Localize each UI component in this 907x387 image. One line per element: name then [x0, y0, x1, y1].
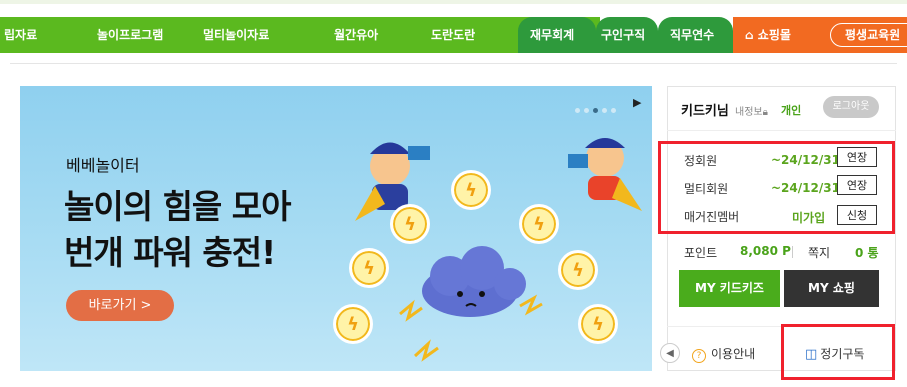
stat-divider	[792, 246, 793, 258]
my-info-link[interactable]: 내정보🔒︎	[735, 103, 768, 118]
divider	[10, 63, 897, 64]
point-label: 포인트	[684, 246, 718, 260]
user-name: 키드키님	[681, 104, 729, 119]
banner-title-line1: 놀이의 힘을 모아	[64, 187, 291, 226]
slide-dot[interactable]	[584, 108, 589, 113]
subscribe-highlight-box	[781, 324, 895, 380]
question-icon: ?	[692, 349, 706, 363]
edu-center-button[interactable]: 평생교육원	[830, 23, 907, 47]
note-label: 쪽지	[808, 246, 831, 260]
logout-button[interactable]: 로그아웃	[823, 96, 879, 118]
lock-icon: 🔒︎	[762, 107, 768, 118]
my-info-label: 내정보	[735, 107, 763, 118]
slide-indicator[interactable]	[575, 100, 620, 113]
basket-icon: ⌂	[745, 28, 754, 42]
banner-subtitle: 베베놀이터	[66, 156, 140, 175]
nav-item-clip-data[interactable]: 립자료	[4, 17, 37, 53]
chevron-left-icon[interactable]: ◀	[660, 343, 680, 363]
bolt-coin-icon: ϟ	[349, 248, 389, 288]
banner-title-line2: 번개 파워 충전!	[64, 233, 276, 272]
shop-link[interactable]: ⌂ 쇼핑몰	[745, 17, 791, 53]
my-shop-button[interactable]: MY 쇼핑	[784, 270, 879, 307]
top-strip	[0, 0, 907, 4]
slide-dot-active[interactable]	[593, 108, 598, 113]
bolt-coin-icon: ϟ	[578, 304, 618, 344]
bolt-coin-icon: ϟ	[451, 170, 491, 210]
bolt-coin-icon: ϟ	[333, 304, 373, 344]
tab-training-label[interactable]: 직무연수	[670, 17, 714, 53]
storm-cloud-illustration	[422, 246, 526, 317]
nav-item-monthly-kids[interactable]: 월간유아	[334, 17, 378, 53]
nav-item-doran[interactable]: 도란도란	[431, 17, 475, 53]
nav-item-multi-play[interactable]: 멀티놀이자료	[203, 17, 269, 53]
tab-finance-label[interactable]: 재무회계	[530, 17, 574, 53]
point-value[interactable]: 8,080 P	[740, 244, 791, 258]
help-label: 이용안내	[711, 347, 756, 361]
bolt-coin-icon: ϟ	[558, 250, 598, 290]
main-nav	[0, 17, 600, 53]
help-link[interactable]: ? 이용안내	[692, 345, 755, 363]
account-type: 개인	[781, 104, 802, 117]
membership-highlight-box	[658, 141, 895, 234]
bolt-coin-icon: ϟ	[519, 204, 559, 244]
slide-dot[interactable]	[611, 108, 616, 113]
bolt-coin-icon: ϟ	[390, 204, 430, 244]
slide-dot[interactable]	[602, 108, 607, 113]
next-slide-icon[interactable]: ▶	[633, 96, 641, 109]
panel-divider	[667, 130, 896, 131]
my-kidkids-button[interactable]: MY 키드키즈	[679, 270, 780, 307]
slide-dot[interactable]	[575, 108, 580, 113]
shop-label: 쇼핑몰	[757, 28, 791, 42]
tab-jobs-label[interactable]: 구인구직	[601, 17, 645, 53]
hero-right-illustration	[568, 138, 642, 211]
banner-go-button[interactable]: 바로가기 >	[66, 290, 174, 321]
nav-item-play-program[interactable]: 놀이프로그램	[97, 17, 163, 53]
note-value[interactable]: 0 통	[855, 244, 879, 261]
